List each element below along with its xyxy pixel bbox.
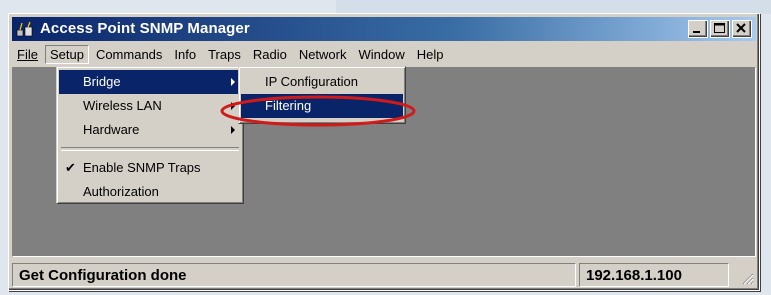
- submenu-arrow-icon: [231, 78, 235, 86]
- menu-info[interactable]: Info: [169, 45, 201, 64]
- app-icon: [16, 21, 33, 37]
- close-icon: [736, 23, 746, 33]
- menu-network[interactable]: Network: [294, 45, 352, 64]
- window-title: Access Point SNMP Manager: [40, 20, 250, 37]
- menu-info-label: Info: [174, 46, 197, 62]
- status-message: Get Configuration done: [12, 263, 576, 287]
- close-button[interactable]: [732, 20, 752, 38]
- title-bar[interactable]: Access Point SNMP Manager: [12, 17, 756, 41]
- menu-item-wireless-lan[interactable]: Wireless LAN: [59, 94, 241, 118]
- backdrop-panel: [336, 0, 771, 14]
- menu-item-filtering-label: Filtering: [265, 98, 312, 113]
- submenu-arrow-icon: [231, 126, 235, 134]
- screenshot-stage: Access Point SNMP Manager File Setup Com…: [0, 0, 771, 295]
- menu-traps[interactable]: Traps: [203, 45, 246, 64]
- menu-setup[interactable]: Setup: [44, 44, 89, 64]
- title-buttons: [686, 20, 752, 38]
- menu-radio-label: Radio: [252, 46, 287, 62]
- menu-window[interactable]: Window: [354, 45, 410, 64]
- menu-radio[interactable]: Radio: [248, 45, 292, 64]
- menu-item-authorization[interactable]: Authorization: [59, 180, 241, 204]
- checkmark-icon: ✔: [65, 160, 76, 175]
- resize-grip-icon[interactable]: [740, 271, 754, 285]
- menu-setup-label: Setup: [49, 46, 84, 62]
- menu-item-bridge[interactable]: Bridge: [59, 70, 241, 94]
- maximize-icon: [714, 23, 725, 33]
- menu-item-hardware[interactable]: Hardware: [59, 118, 241, 142]
- menu-item-ip-configuration[interactable]: IP Configuration: [241, 70, 403, 94]
- menu-file[interactable]: File: [12, 45, 43, 64]
- menu-commands-label: Commands: [95, 46, 163, 62]
- menu-help-label: Help: [416, 46, 444, 62]
- status-address: 192.168.1.100: [579, 263, 729, 287]
- minimize-button[interactable]: [688, 20, 708, 38]
- setup-menu: Bridge Wireless LAN Hardware ✔ Enable SN…: [56, 66, 244, 204]
- submenu-arrow-icon: [231, 102, 235, 110]
- menu-traps-label: Traps: [208, 46, 241, 62]
- menu-separator: [61, 147, 239, 151]
- menu-item-bridge-label: Bridge: [83, 74, 121, 89]
- menu-item-ip-configuration-label: IP Configuration: [265, 74, 358, 89]
- maximize-button[interactable]: [710, 20, 730, 38]
- menu-item-enable-snmp-traps-label: Enable SNMP Traps: [83, 160, 201, 175]
- menu-item-hardware-label: Hardware: [83, 122, 140, 137]
- menu-item-authorization-label: Authorization: [83, 184, 159, 199]
- menu-commands[interactable]: Commands: [91, 45, 167, 64]
- menu-file-label: File: [17, 46, 38, 62]
- menu-network-label: Network: [298, 46, 347, 62]
- menu-help[interactable]: Help: [412, 45, 449, 64]
- bridge-submenu: IP Configuration Filtering: [238, 66, 406, 124]
- menu-bar: File Setup Commands Info Traps Radio Net…: [12, 43, 756, 65]
- menu-item-filtering[interactable]: Filtering: [241, 94, 403, 118]
- menu-window-label: Window: [358, 46, 405, 62]
- menu-item-wireless-lan-label: Wireless LAN: [83, 98, 162, 113]
- menu-item-enable-snmp-traps[interactable]: ✔ Enable SNMP Traps: [59, 156, 241, 180]
- minimize-icon: [693, 31, 700, 33]
- status-bar: Get Configuration done 192.168.1.100: [12, 263, 756, 287]
